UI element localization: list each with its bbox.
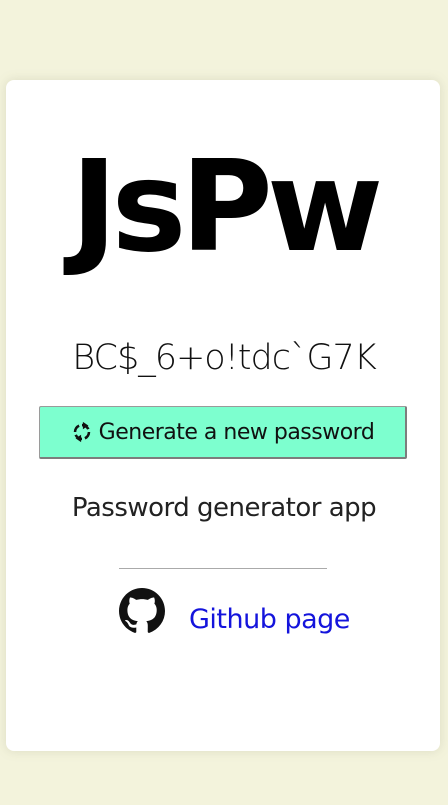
github-icon[interactable] [119, 588, 165, 634]
github-page-link[interactable]: Github page [189, 600, 350, 640]
app-subtitle: Password generator app [71, 493, 377, 523]
divider [119, 568, 327, 569]
generate-password-button[interactable]: Generate a new password [39, 406, 407, 459]
generated-password: BC$_6+o!tdc`G7K [72, 338, 377, 378]
refresh-icon [73, 421, 90, 443]
generate-button-label: Generate a new password [98, 419, 375, 445]
app-title: JsPw [70, 133, 384, 280]
